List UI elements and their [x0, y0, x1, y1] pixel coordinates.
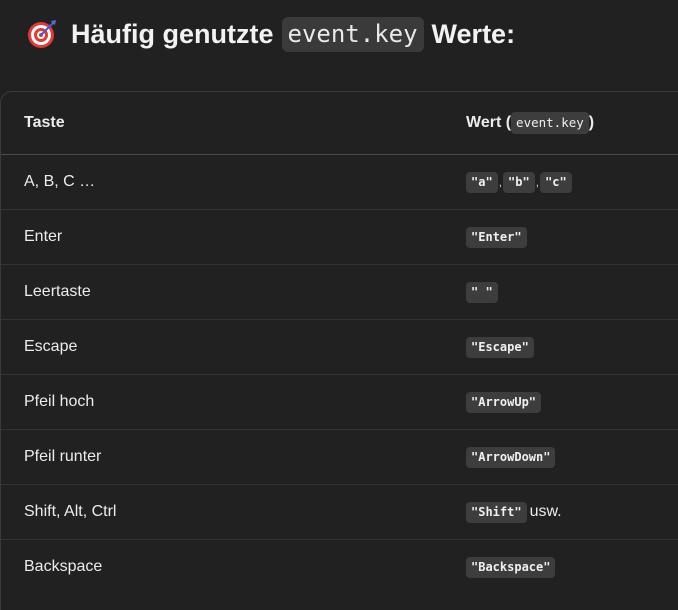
header-value-suffix: ) — [588, 114, 595, 131]
heading-code: event.key — [281, 16, 424, 52]
value-suffix-text: usw. — [529, 503, 562, 520]
column-header-value: Wert (event.key) — [465, 92, 678, 155]
section-heading: Häufig genutzte event.key Werte: — [26, 12, 515, 56]
key-value-cell: " " — [465, 264, 678, 320]
table-row: Escape "Escape" — [1, 319, 678, 375]
key-value-code: "Backspace" — [466, 557, 556, 578]
key-value-cell: "ArrowDown" — [465, 429, 678, 485]
key-value-cell: "ArrowUp" — [465, 374, 678, 430]
key-name-cell: Pfeil hoch — [1, 374, 465, 430]
key-value-code: "c" — [540, 172, 572, 193]
key-value-code: "Shift" — [466, 502, 527, 523]
value-separator: , — [535, 175, 540, 189]
key-name-cell: Enter — [1, 209, 465, 265]
key-name-cell: Shift, Alt, Ctrl — [1, 484, 465, 540]
key-name-cell: Escape — [1, 319, 465, 375]
header-value-prefix: Wert ( — [466, 114, 512, 131]
key-value-code: " " — [466, 282, 498, 303]
key-value-code: "Enter" — [466, 227, 527, 248]
column-header-key: Taste — [1, 92, 465, 155]
table-header-row: Taste Wert (event.key) — [1, 92, 678, 155]
key-value-cell: "Shift" usw. — [465, 484, 678, 540]
key-value-cell: "Enter" — [465, 209, 678, 265]
key-value-code: "Escape" — [466, 337, 534, 358]
key-table-container: Taste Wert (event.key) A, B, C … "a", "b",… — [0, 91, 678, 610]
key-value-cell: "Escape" — [465, 319, 678, 375]
table-row: Leertaste " " — [1, 264, 678, 320]
dart-target-icon — [28, 20, 56, 48]
key-name-cell: Pfeil runter — [1, 429, 465, 485]
heading-prefix: Häufig genutzte — [71, 18, 274, 49]
key-value-code: "ArrowDown" — [466, 447, 556, 468]
key-table: Taste Wert (event.key) A, B, C … "a", "b",… — [1, 92, 678, 594]
table-row: A, B, C … "a", "b", "c" — [1, 154, 678, 210]
key-name-cell: Backspace — [24, 558, 103, 575]
table-row: Pfeil hoch "ArrowUp" — [1, 374, 678, 430]
key-value-cell: "a", "b", "c" — [465, 154, 678, 210]
table-row: Enter "Enter" — [1, 209, 678, 265]
key-value-code: "ArrowUp" — [466, 392, 542, 413]
value-separator: , — [498, 175, 503, 189]
table-row: Shift, Alt, Ctrl "Shift" usw. — [1, 484, 678, 540]
header-value-code: event.key — [511, 112, 589, 134]
table-row: Pfeil runter "ArrowDown" — [1, 429, 678, 485]
key-name-cell: Leertaste — [1, 264, 465, 320]
heading-suffix: Werte: — [431, 18, 516, 49]
key-value-cell: "Backspace" — [465, 540, 678, 595]
key-name-cell: A, B, C … — [1, 154, 465, 210]
table-row: Backspace "Backspace" — [1, 540, 678, 595]
key-value-code: "b" — [503, 172, 535, 193]
key-value-code: "a" — [466, 172, 498, 193]
